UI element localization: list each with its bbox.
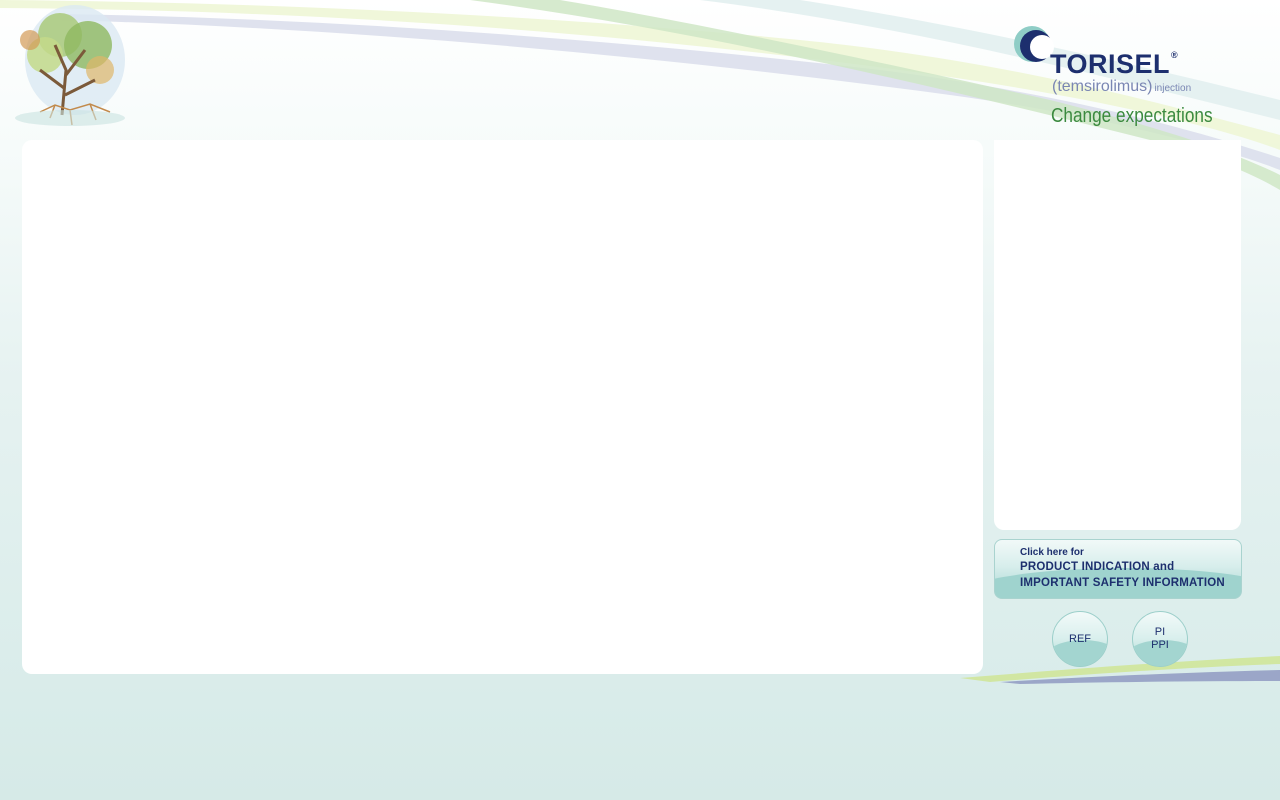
- ppi-button-label: PPI: [1151, 639, 1169, 651]
- pi-ppi-button[interactable]: PI PPI: [1132, 611, 1188, 667]
- isi-intro: Click here for: [1020, 547, 1084, 558]
- generic-name: (temsirolimus) injection: [1052, 79, 1191, 95]
- generic-name-text: (temsirolimus): [1052, 78, 1153, 95]
- tree-illustration: [15, 5, 125, 126]
- isi-button-text: Click here for PRODUCT INDICATION and IM…: [1020, 547, 1225, 591]
- torisel-logo[interactable]: TORISEL® (temsirolimus) injection Change …: [1012, 24, 1213, 136]
- side-content-panel: [994, 140, 1241, 530]
- brand-name: TORISEL®: [1050, 51, 1178, 78]
- product-indication-safety-button[interactable]: Click here for PRODUCT INDICATION and IM…: [994, 539, 1242, 599]
- main-content-panel: [22, 140, 983, 674]
- registered-mark: ®: [1171, 50, 1179, 60]
- isi-line-1: PRODUCT INDICATION and: [1020, 561, 1175, 573]
- isi-line-2: IMPORTANT SAFETY INFORMATION: [1020, 577, 1225, 589]
- brand-tagline: Change expectations: [1051, 105, 1213, 127]
- brand-name-text: TORISEL: [1050, 49, 1171, 79]
- ref-button[interactable]: REF: [1052, 611, 1108, 667]
- pi-button-label: PI: [1154, 626, 1166, 638]
- ref-button-label: REF: [1069, 633, 1091, 645]
- dosage-form: injection: [1154, 83, 1192, 94]
